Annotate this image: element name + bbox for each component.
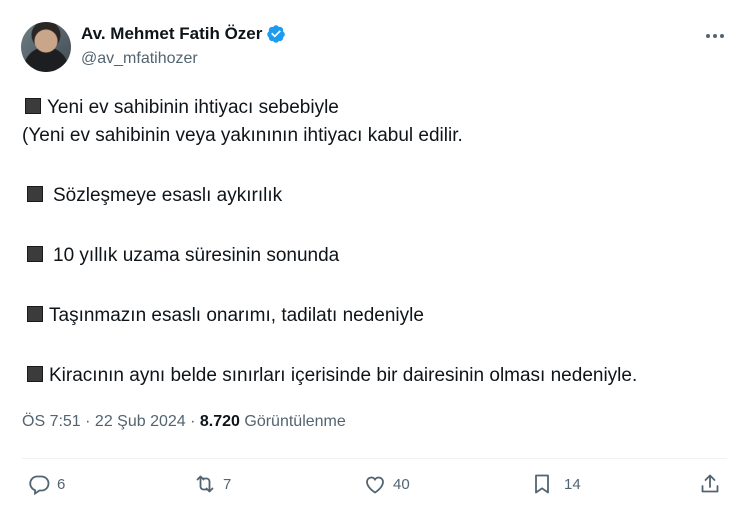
share-button[interactable] [698, 472, 722, 496]
tweet-time[interactable]: ÖS 7:51 [22, 413, 81, 430]
tweet-meta: ÖS 7:51 · 22 Şub 2024 · 8.720 Görüntülen… [22, 413, 346, 431]
reply-icon [29, 475, 50, 496]
verified-badge-icon [267, 25, 286, 43]
avatar[interactable] [21, 22, 71, 72]
tweet-line: Kiracının aynı belde sınırları içerisind… [27, 361, 637, 391]
repost-count: 7 [223, 475, 232, 493]
tweet-line: Yeni ev sahibinin ihtiyacı sebebiyle [25, 93, 339, 123]
views-label: Görüntülenme [239, 413, 346, 430]
tweet-date[interactable]: 22 Şub 2024 [95, 413, 186, 430]
author-name-row: Av. Mehmet Fatih Özer [81, 24, 286, 44]
share-icon [701, 474, 719, 493]
black-square-icon [27, 246, 43, 262]
more-options-icon[interactable] [703, 24, 727, 48]
divider [22, 458, 727, 459]
bookmark-count: 14 [564, 475, 581, 493]
meta-separator: · [80, 413, 95, 430]
view-count: 8.720 [199, 413, 240, 430]
reply-count: 6 [57, 475, 66, 493]
bookmark-button[interactable]: 14 [530, 472, 581, 496]
like-count: 40 [393, 475, 410, 493]
author-name[interactable]: Av. Mehmet Fatih Özer [81, 24, 262, 44]
bookmark-icon [535, 474, 549, 494]
black-square-icon [25, 98, 41, 114]
repost-button[interactable]: 7 [193, 472, 231, 496]
tweet-line: Sözleşmeye esaslı aykırılık [27, 181, 282, 211]
black-square-icon [27, 306, 43, 322]
tweet-line: (Yeni ev sahibinin veya yakınının ihtiya… [22, 125, 463, 146]
reply-button[interactable]: 6 [27, 472, 65, 496]
black-square-icon [27, 186, 43, 202]
heart-icon [366, 476, 384, 494]
repost-icon [196, 475, 214, 493]
tweet-line: Taşınmazın esaslı onarımı, tadilatı nede… [27, 301, 424, 331]
black-square-icon [27, 366, 43, 382]
tweet-line: 10 yıllık uzama süresinin sonunda [27, 241, 339, 271]
author-handle[interactable]: @av_mfatihozer [81, 50, 198, 68]
like-button[interactable]: 40 [363, 472, 410, 496]
meta-separator: · [185, 413, 200, 430]
